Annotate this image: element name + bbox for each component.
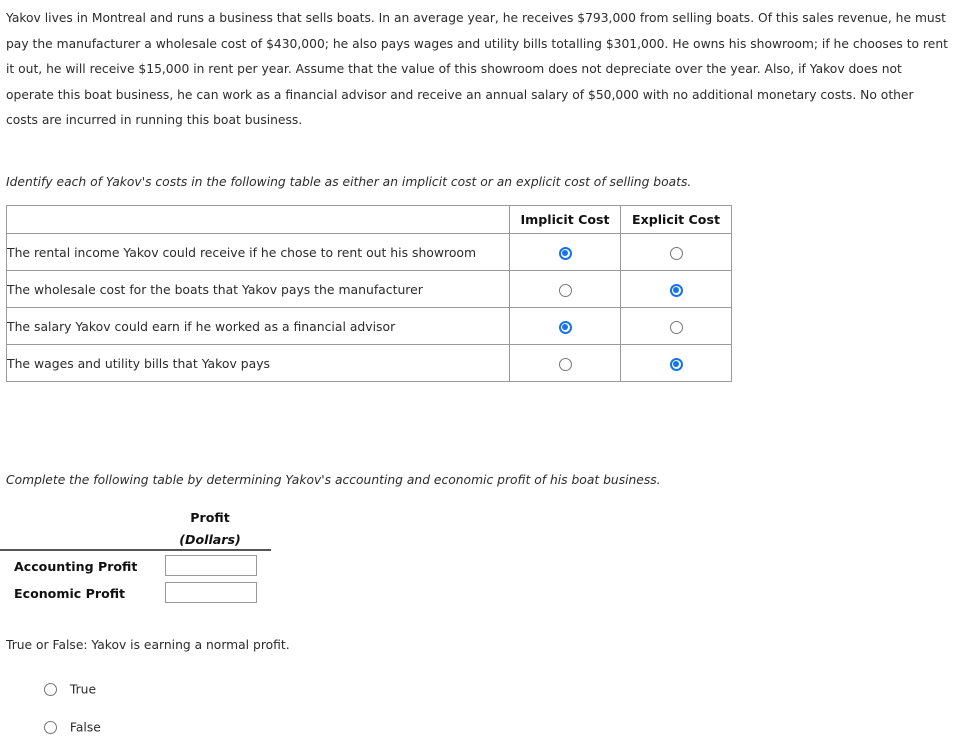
true-false-option-false[interactable]: False — [44, 720, 101, 735]
true-false-option-true[interactable]: True — [44, 682, 96, 697]
radio-implicit-row-2[interactable] — [558, 283, 572, 297]
cost-row-label: The wages and utility bills that Yakov p… — [6, 344, 510, 382]
radio-explicit-row-3[interactable] — [669, 320, 683, 334]
table-row: The wages and utility bills that Yakov p… — [6, 344, 732, 382]
column-header-blank — [6, 205, 510, 234]
profit-column-header: Profit — [190, 510, 230, 525]
radio-explicit-row-1[interactable] — [669, 246, 683, 260]
table-row: The salary Yakov could earn if he worked… — [6, 307, 732, 345]
radio-cell-implicit[interactable] — [509, 233, 621, 271]
cost-row-label: The wholesale cost for the boats that Ya… — [6, 270, 510, 308]
profit-table: Profit (Dollars) — [0, 506, 290, 550]
profit-table-header: Profit (Dollars) — [0, 506, 290, 550]
accounting-profit-input[interactable] — [165, 555, 257, 576]
radio-cell-explicit[interactable] — [620, 270, 732, 308]
cost-classification-table: Implicit Cost Explicit Cost The rental i… — [6, 205, 732, 382]
economic-profit-input[interactable] — [165, 582, 257, 603]
radio-explicit-row-2[interactable] — [669, 283, 683, 297]
radio-implicit-row-4[interactable] — [558, 357, 572, 371]
radio-explicit-row-4[interactable] — [669, 357, 683, 371]
radio-cell-implicit[interactable] — [509, 270, 621, 308]
radio-cell-implicit[interactable] — [509, 344, 621, 382]
radio-false[interactable] — [44, 721, 57, 734]
column-header-implicit-cost: Implicit Cost — [509, 205, 621, 234]
radio-cell-explicit[interactable] — [620, 233, 732, 271]
accounting-profit-label: Accounting Profit — [14, 559, 138, 574]
radio-cell-explicit[interactable] — [620, 344, 732, 382]
cost-row-label: The salary Yakov could earn if he worked… — [6, 307, 510, 345]
table-row: The wholesale cost for the boats that Ya… — [6, 270, 732, 308]
radio-true[interactable] — [44, 683, 57, 696]
radio-cell-explicit[interactable] — [620, 307, 732, 345]
true-option-label: True — [69, 682, 97, 697]
profit-table-prompt: Complete the following table by determin… — [6, 473, 661, 487]
cost-row-label: The rental income Yakov could receive if… — [6, 233, 510, 271]
radio-implicit-row-1[interactable] — [558, 246, 572, 260]
radio-implicit-row-3[interactable] — [558, 320, 572, 334]
profit-column-units: (Dollars) — [179, 532, 241, 547]
false-option-label: False — [69, 720, 101, 735]
economic-profit-label: Economic Profit — [14, 586, 126, 601]
radio-cell-implicit[interactable] — [509, 307, 621, 345]
table-header-row: Implicit Cost Explicit Cost — [6, 205, 732, 234]
table-row: The rental income Yakov could receive if… — [6, 233, 732, 271]
true-false-question: True or False: Yakov is earning a normal… — [6, 638, 290, 652]
scenario-paragraph: Yakov lives in Montreal and runs a busin… — [6, 11, 948, 127]
column-header-explicit-cost: Explicit Cost — [620, 205, 732, 234]
cost-classification-prompt: Identify each of Yakov's costs in the fo… — [6, 175, 692, 189]
profit-table-divider — [0, 549, 271, 551]
